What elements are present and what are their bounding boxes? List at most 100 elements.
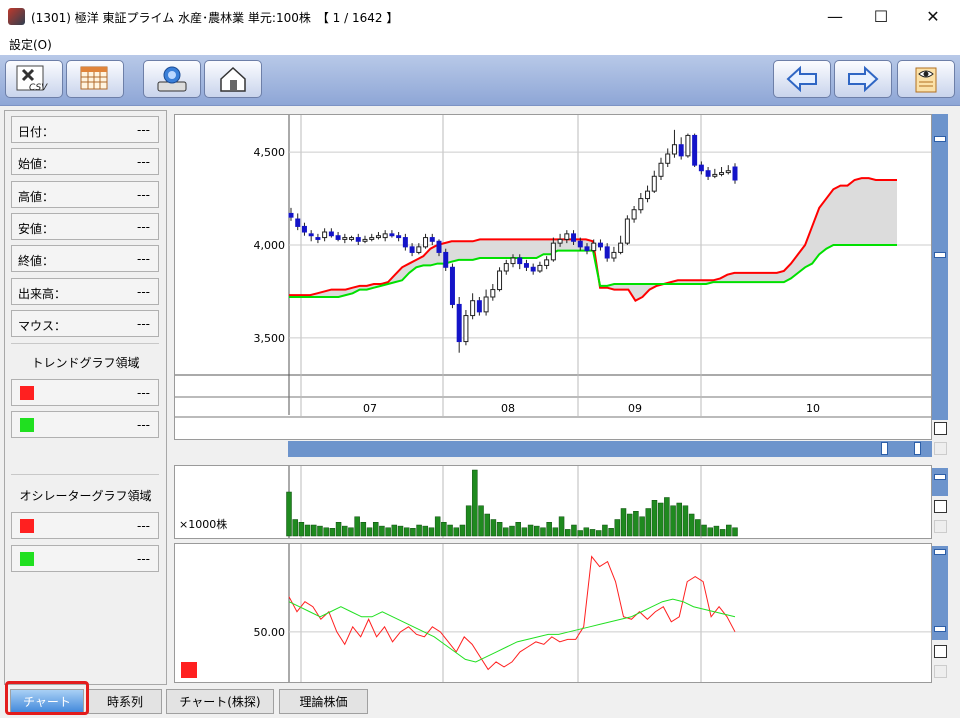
candle-body [470,300,476,317]
candle-body [315,237,321,240]
candle-body [490,289,496,298]
scroll-thumb[interactable] [934,474,946,480]
candle-body [597,242,603,248]
trend-value: --- [137,386,150,400]
volume-unit-label: ×1000株 [179,517,227,531]
price-vscroll[interactable] [932,114,948,420]
month-tick-label: 07 [363,402,377,415]
candle-body [698,164,704,172]
hscroll-thumb-right[interactable] [914,442,921,455]
candle-body [349,237,355,240]
info-label: 出来高： [18,287,67,301]
candle-body [537,264,543,272]
candle-body [369,237,375,240]
hscroll-thumb-left[interactable] [881,442,888,455]
tab-theoretical-price[interactable]: 理論株価 [279,689,368,714]
volume-bar [379,525,385,537]
volume-bar [682,505,689,537]
candle-body [503,263,509,272]
csv-icon-label: CSV [29,83,48,93]
calendar-button[interactable] [66,60,124,98]
volume-bar [552,527,559,537]
oscillator-area-title: オシレーターグラフ領域 [19,489,152,503]
arrow-left-icon [786,65,817,93]
volume-chart[interactable]: ×1000株 [175,466,931,538]
candle-body [443,251,449,268]
volume-bar [490,519,497,537]
divider [11,474,159,475]
cloud-area [289,178,897,301]
trend-row-1[interactable]: --- [11,379,159,406]
candle-body [436,240,442,253]
candle-body [665,153,671,164]
osc-row-1[interactable]: --- [11,512,159,539]
info-value: --- [137,317,150,331]
volume-bar [713,525,720,537]
candle-body [295,218,301,227]
home-icon [220,66,246,92]
osc-checkbox-disabled [934,665,947,678]
volume-bar [329,528,336,537]
candle-body [463,315,469,343]
info-value: --- [137,188,150,202]
candle-body [382,233,388,239]
view-button[interactable] [897,60,955,98]
scroll-thumb-bottom[interactable] [934,252,946,258]
maximize-icon: ☐ [873,7,889,26]
prev-button[interactable] [773,60,831,98]
oscillator-chart[interactable]: 50.00 [175,544,931,682]
osc-row-2[interactable]: --- [11,545,159,572]
maximize-button[interactable]: ☐ [858,0,904,33]
divider [11,343,159,344]
trend-row-2[interactable]: --- [11,411,159,438]
volume-bar [527,524,534,537]
volume-bar [688,513,695,537]
candle-body [732,166,738,181]
candle-body [288,212,294,218]
scroll-thumb-bottom[interactable] [934,626,946,632]
csv-export-button[interactable]: CSV [5,60,63,98]
scroll-thumb-top[interactable] [934,549,946,555]
tab-chart-kabutan[interactable]: チャート(株探) [166,689,274,714]
price-chart[interactable]: 3,500 4,000 4,500 07 08 09 10 [175,115,931,439]
scroll-thumb-top[interactable] [934,136,946,142]
candle-body [557,238,563,244]
candle-body [530,266,536,272]
next-button[interactable] [834,60,892,98]
volume-bar [428,527,435,537]
volume-vscroll[interactable] [932,468,948,496]
volume-bar [509,525,515,537]
volume-bar [397,525,404,537]
osc-vscroll[interactable] [932,546,948,640]
candle-body [362,238,368,242]
volume-bar [459,524,466,537]
candle-body [564,233,570,240]
volume-bar [416,524,422,537]
scan-button[interactable] [143,60,201,98]
info-row-mouse: マウス： --- [11,310,159,337]
volume-bar [626,513,633,537]
menu-settings[interactable]: 設定(O) [9,36,52,53]
home-button[interactable] [204,60,262,98]
info-value: --- [137,285,150,299]
price-checkbox[interactable] [934,422,947,435]
candle-body [651,175,657,192]
candle-body [591,242,597,252]
close-button[interactable]: ✕ [910,0,956,33]
tab-timeseries[interactable]: 時系列 [88,689,162,714]
volume-checkbox-disabled [934,520,947,533]
candle-body [497,270,503,291]
minimize-button[interactable]: — [812,0,858,33]
osc-checkbox[interactable] [934,645,947,658]
volume-panel: ×1000株 [174,465,932,539]
volume-bar [577,530,583,537]
candle-body [544,259,550,266]
volume-checkbox[interactable] [934,500,947,513]
horizontal-scrollbar[interactable] [288,441,932,457]
info-row-high: 高値： --- [11,181,159,208]
candle-body [618,242,624,253]
volume-bar [732,527,738,537]
info-panel: 日付： --- 始値： --- 高値： --- 安値： --- 終値： --- 出来高： -… [4,110,167,685]
month-tick-label: 10 [806,402,820,415]
candle-body [409,246,415,253]
